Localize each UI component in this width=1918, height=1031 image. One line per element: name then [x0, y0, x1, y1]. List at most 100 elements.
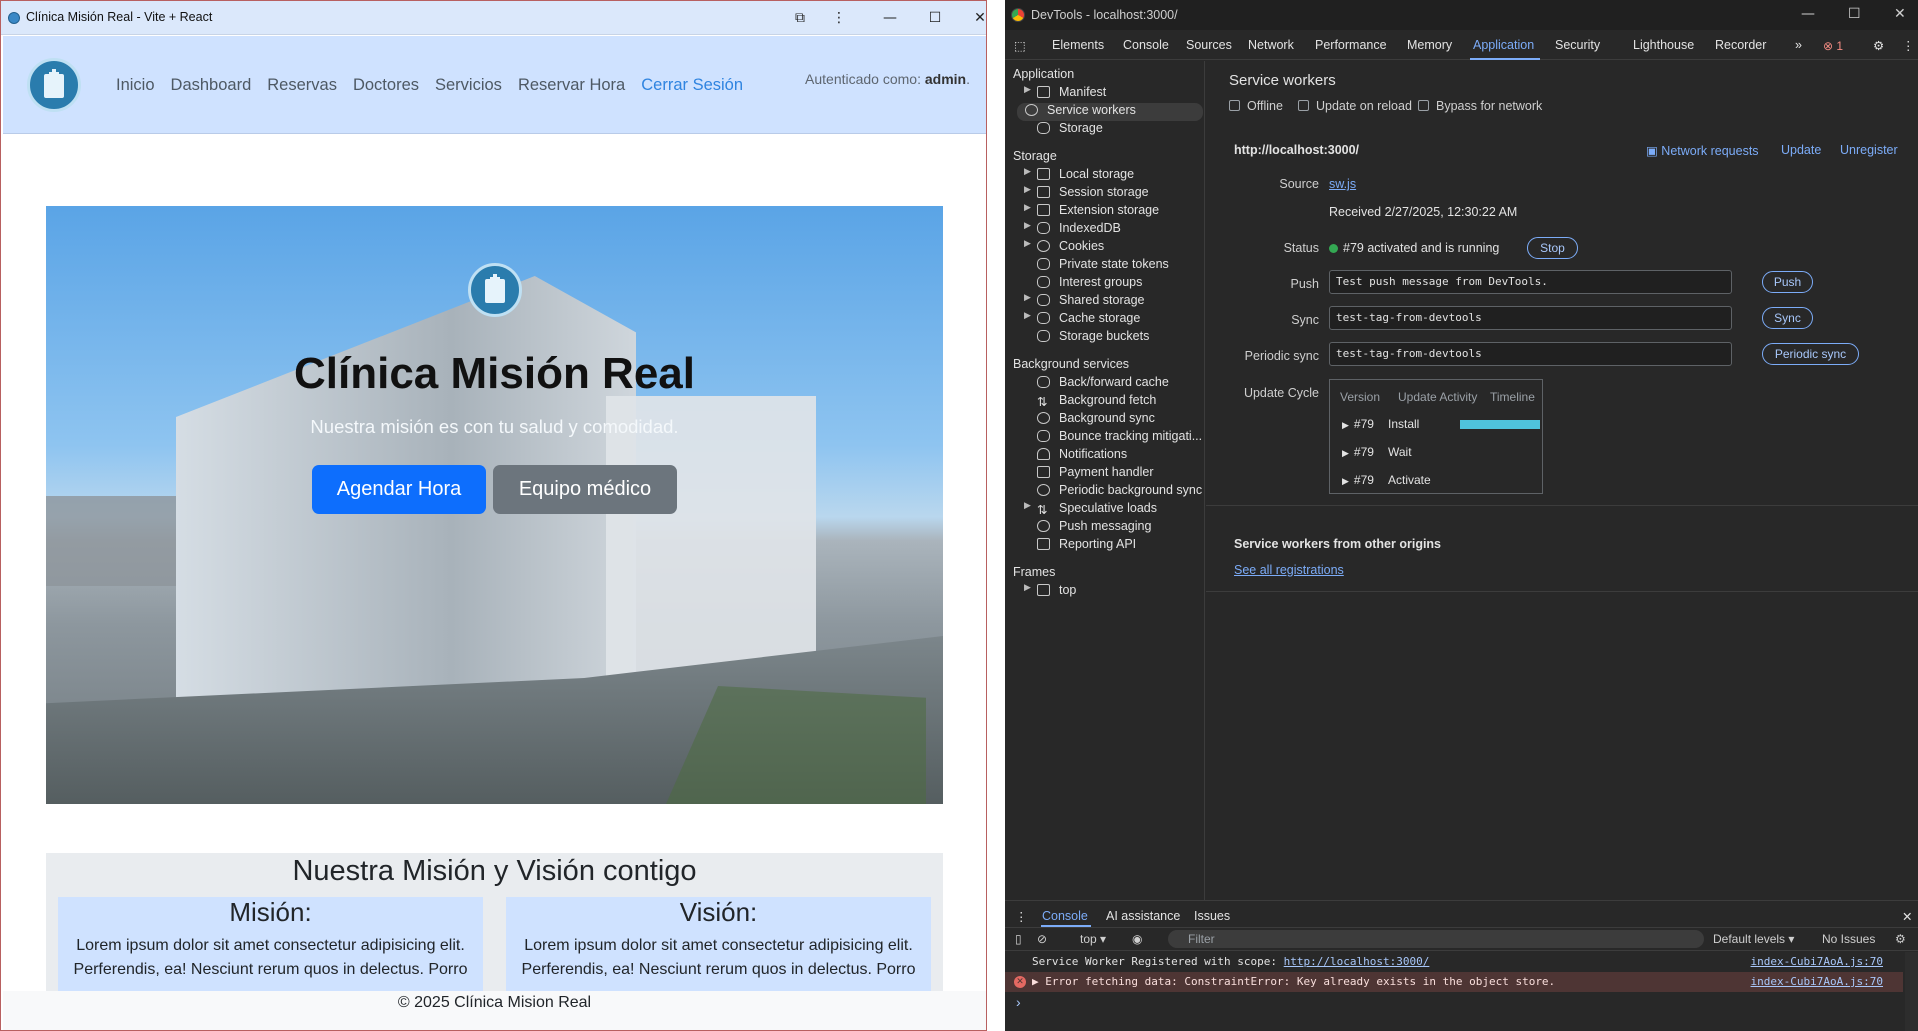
log-levels-select[interactable]: Default levels ▾ — [1713, 932, 1794, 946]
nav-dashboard[interactable]: Dashboard — [171, 76, 252, 95]
periodic-sync-button[interactable]: Periodic sync — [1762, 343, 1859, 365]
network-requests-link[interactable]: ▣ Network requests — [1646, 143, 1759, 158]
minimize-button[interactable]: — — [877, 7, 903, 29]
sidebar-item-storage-buckets[interactable]: Storage buckets — [1024, 329, 1204, 347]
nav-reservas[interactable]: Reservas — [267, 76, 337, 95]
periodic-sync-input[interactable]: test-tag-from-devtools — [1329, 342, 1732, 366]
sidebar-item-periodic-bg-sync[interactable]: Periodic background sync — [1024, 483, 1204, 501]
sidebar-item-background-fetch[interactable]: ⇅ Background fetch — [1024, 393, 1204, 411]
sidebar-item-push-messaging[interactable]: Push messaging — [1024, 519, 1204, 537]
devtools-close-button[interactable]: ✕ — [1894, 6, 1906, 22]
console-scrollbar[interactable] — [1905, 952, 1918, 1031]
inspect-icon[interactable]: ⬚ — [1014, 38, 1026, 53]
tab-memory[interactable]: Memory — [1407, 38, 1452, 52]
sidebar-item-extension-storage[interactable]: ▶ Extension storage — [1024, 203, 1204, 221]
context-select[interactable]: top ▾ — [1080, 932, 1106, 946]
drawer-tab-console[interactable]: Console — [1042, 909, 1088, 923]
console-settings-icon[interactable]: ⚙ — [1895, 932, 1906, 946]
menu-icon[interactable]: ⋮ — [826, 7, 852, 29]
sidebar-item-private-state-tokens[interactable]: Private state tokens — [1024, 257, 1204, 275]
sidebar-item-service-workers[interactable]: Service workers — [1017, 103, 1203, 121]
sidebar-item-background-sync[interactable]: Background sync — [1024, 411, 1204, 429]
devtools-maximize-button[interactable]: ☐ — [1848, 6, 1861, 22]
drawer-menu-icon[interactable]: ⋮ — [1015, 909, 1028, 924]
push-input[interactable]: Test push message from DevTools. — [1329, 270, 1732, 294]
sidebar-item-cookies[interactable]: ▶ Cookies — [1024, 239, 1204, 257]
sidebar-item-bfcache[interactable]: Back/forward cache — [1024, 375, 1204, 393]
update-cycle-table: Version Update Activity Timeline ▶ #79 Ins… — [1329, 379, 1543, 494]
tab-application[interactable]: Application — [1473, 38, 1534, 52]
agendar-hora-button[interactable]: Agendar Hora — [312, 465, 486, 514]
sidebar-item-session-storage[interactable]: ▶ Session storage — [1024, 185, 1204, 203]
sidebar-item-storage[interactable]: Storage — [1024, 121, 1204, 139]
sidebar-toggle-icon[interactable]: ▯ — [1015, 932, 1022, 946]
sidebar-item-notifications[interactable]: Notifications — [1024, 447, 1204, 465]
devtools-menu-icon[interactable]: ⋮ — [1902, 38, 1915, 53]
app-navbar: Inicio Dashboard Reservas Doctores Servi… — [3, 36, 986, 134]
drawer-close-icon[interactable]: ✕ — [1902, 909, 1912, 924]
table-icon — [1037, 186, 1050, 198]
mision-title: Misión: — [229, 897, 312, 927]
sidebar-header-frames: Frames — [1013, 565, 1056, 579]
offline-checkbox[interactable]: Offline — [1229, 99, 1283, 113]
bypass-network-checkbox[interactable]: Bypass for network — [1418, 99, 1542, 113]
unregister-link[interactable]: Unregister — [1840, 143, 1898, 157]
tab-console[interactable]: Console — [1123, 38, 1169, 52]
sidebar-item-speculative-loads[interactable]: ▶ ⇅ Speculative loads — [1024, 501, 1204, 519]
nav-reservar-hora[interactable]: Reservar Hora — [518, 76, 625, 95]
equipo-medico-button[interactable]: Equipo médico — [493, 465, 677, 514]
sidebar-item-shared-storage[interactable]: ▶ Shared storage — [1024, 293, 1204, 311]
error-counter[interactable]: ⊗ 1 — [1823, 39, 1843, 53]
drawer-tab-ai-assistance[interactable]: AI assistance — [1106, 909, 1180, 923]
settings-icon[interactable]: ⚙ — [1873, 38, 1884, 53]
see-all-registrations-link[interactable]: See all registrations — [1234, 563, 1344, 577]
console-error-line[interactable]: ✕ ▶ Error fetching data: ConstraintError… — [1005, 972, 1903, 992]
sync-button[interactable]: Sync — [1762, 307, 1813, 329]
console-prompt[interactable]: › — [1016, 994, 1021, 1010]
sync-input[interactable]: test-tag-from-devtools — [1329, 306, 1732, 330]
sidebar-item-frame-top[interactable]: ▶ top — [1024, 583, 1204, 601]
close-button[interactable]: ✕ — [967, 7, 986, 29]
extension-icon[interactable]: ⧉ — [787, 7, 813, 29]
tab-security[interactable]: Security — [1555, 38, 1600, 52]
update-on-reload-checkbox[interactable]: Update on reload — [1298, 99, 1412, 113]
clear-console-icon[interactable]: ⊘ — [1037, 932, 1047, 946]
sidebar-item-bounce-tracking[interactable]: Bounce tracking mitigati... — [1024, 429, 1204, 447]
error-source-link[interactable]: index-Cubi7AoA.js:70 — [1751, 972, 1883, 992]
push-button[interactable]: Push — [1762, 271, 1813, 293]
tab-elements[interactable]: Elements — [1052, 38, 1104, 52]
auth-status: Autenticado como: admin. — [805, 71, 970, 87]
nav-doctores[interactable]: Doctores — [353, 76, 419, 95]
sidebar-item-reporting-api[interactable]: Reporting API — [1024, 537, 1204, 555]
nav-logout[interactable]: Cerrar Sesión — [641, 76, 743, 95]
sidebar-item-cache-storage[interactable]: ▶ Cache storage — [1024, 311, 1204, 329]
nav-servicios[interactable]: Servicios — [435, 76, 502, 95]
tab-performance[interactable]: Performance — [1315, 38, 1387, 52]
cycle-row[interactable]: ▶ #79 Install — [1342, 417, 1419, 431]
cycle-row[interactable]: ▶ #79 Activate — [1342, 473, 1431, 487]
log-url-link[interactable]: http://localhost:3000/ — [1284, 955, 1430, 968]
eye-icon[interactable]: ◉ — [1132, 932, 1142, 946]
cycle-row[interactable]: ▶ #79 Wait — [1342, 445, 1412, 459]
update-link[interactable]: Update — [1781, 143, 1821, 157]
source-link[interactable]: sw.js — [1329, 177, 1356, 191]
sidebar-item-manifest[interactable]: ▶ Manifest — [1024, 85, 1204, 103]
sidebar-item-indexeddb[interactable]: ▶ IndexedDB — [1024, 221, 1204, 239]
filter-input[interactable]: Filter — [1168, 930, 1704, 948]
sidebar-item-local-storage[interactable]: ▶ Local storage — [1024, 167, 1204, 185]
maximize-button[interactable]: ☐ — [922, 7, 948, 29]
sidebar-item-payment-handler[interactable]: Payment handler — [1024, 465, 1204, 483]
tab-recorder[interactable]: Recorder — [1715, 38, 1766, 52]
nav-inicio[interactable]: Inicio — [116, 76, 155, 95]
drawer-tab-issues[interactable]: Issues — [1194, 909, 1230, 923]
tab-sources[interactable]: Sources — [1186, 38, 1232, 52]
tab-network[interactable]: Network — [1248, 38, 1294, 52]
issues-counter[interactable]: No Issues — [1822, 932, 1875, 946]
more-tabs-icon[interactable]: » — [1795, 38, 1802, 52]
clinic-logo[interactable] — [27, 58, 81, 112]
log-source-link[interactable]: index-Cubi7AoA.js:70 — [1751, 952, 1883, 972]
stop-button[interactable]: Stop — [1527, 237, 1578, 259]
devtools-minimize-button[interactable]: — — [1801, 6, 1815, 22]
tab-lighthouse[interactable]: Lighthouse — [1633, 38, 1694, 52]
sidebar-item-interest-groups[interactable]: Interest groups — [1024, 275, 1204, 293]
